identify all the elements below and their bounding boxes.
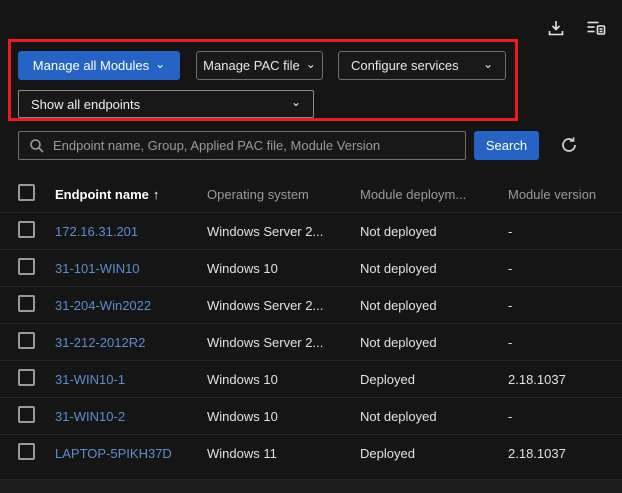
chevron-down-icon: ⌄ <box>306 58 316 70</box>
row-checkbox-cell <box>18 221 55 241</box>
table-header-row: Endpoint name ↑ Operating system Module d… <box>0 176 622 212</box>
row-checkbox[interactable] <box>18 369 35 386</box>
row-checkbox-cell <box>18 406 55 426</box>
download-icon[interactable] <box>544 16 568 40</box>
operating-system-cell: Windows 10 <box>207 372 360 387</box>
row-checkbox-cell <box>18 443 55 463</box>
export-report-icon[interactable] <box>584 16 608 40</box>
search-bar <box>18 131 466 160</box>
module-version-cell: 2.18.1037 <box>508 372 622 387</box>
endpoints-table: Endpoint name ↑ Operating system Module d… <box>0 176 622 471</box>
search-icon <box>29 138 45 154</box>
table-row: 31-WIN10-1 Windows 10Deployed2.18.1037 <box>0 360 622 397</box>
row-checkbox[interactable] <box>18 221 35 238</box>
module-deployment-cell: Not deployed <box>360 335 508 350</box>
module-version-cell: - <box>508 224 622 239</box>
endpoint-name-header-label: Endpoint name <box>55 187 149 202</box>
operating-system-cell: Windows Server 2... <box>207 335 360 350</box>
endpoint-name-cell: 31-101-WIN10 <box>55 261 207 276</box>
manage-pac-file-label: Manage PAC file <box>203 58 300 73</box>
row-checkbox-cell <box>18 332 55 352</box>
endpoint-name-link[interactable]: 31-204-Win2022 <box>55 298 151 313</box>
operating-system-cell: Windows 11 <box>207 446 360 461</box>
table-body: 172.16.31.201Windows Server 2...Not depl… <box>0 212 622 471</box>
module-deployment-cell: Not deployed <box>360 261 508 276</box>
endpoint-name-cell: 172.16.31.201 <box>55 224 207 239</box>
endpoint-name-link[interactable]: LAPTOP-5PIKH37D <box>55 446 172 461</box>
endpoint-name-cell: 31-204-Win2022 <box>55 298 207 313</box>
endpoint-management-page: Manage all Modules ⌄ Manage PAC file ⌄ C… <box>0 0 622 493</box>
endpoint-filter-value: Show all endpoints <box>31 97 140 112</box>
select-all-checkbox[interactable] <box>18 184 35 201</box>
table-row: 31-101-WIN10 Windows 10Not deployed- <box>0 249 622 286</box>
operating-system-cell: Windows 10 <box>207 409 360 424</box>
chevron-down-icon: ⌄ <box>155 58 165 70</box>
header-actions <box>544 16 608 40</box>
endpoint-name-cell: 31-WIN10-1 <box>55 372 207 387</box>
operating-system-cell: Windows 10 <box>207 261 360 276</box>
select-all-cell <box>18 184 55 204</box>
module-version-cell: 2.18.1037 <box>508 446 622 461</box>
configure-services-button[interactable]: Configure services ⌄ <box>338 51 506 80</box>
table-row: 172.16.31.201 Windows Server 2...Not depl… <box>0 212 622 249</box>
sort-ascending-icon: ↑ <box>153 187 160 202</box>
row-checkbox[interactable] <box>18 258 35 275</box>
bottom-bar <box>0 479 622 493</box>
endpoint-name-cell: 31-212-2012R2 <box>55 335 207 350</box>
column-header-module-deployment[interactable]: Module deploym... <box>360 187 508 202</box>
search-button[interactable]: Search <box>474 131 539 160</box>
module-deployment-cell: Not deployed <box>360 298 508 313</box>
endpoint-name-cell: LAPTOP-5PIKH37D <box>55 446 207 461</box>
table-row: 31-204-Win2022 Windows Server 2...Not dep… <box>0 286 622 323</box>
configure-services-label: Configure services <box>351 58 459 73</box>
column-header-module-version[interactable]: Module version <box>508 187 622 202</box>
module-deployment-cell: Deployed <box>360 446 508 461</box>
column-header-operating-system[interactable]: Operating system <box>207 187 360 202</box>
row-checkbox-cell <box>18 369 55 389</box>
module-version-cell: - <box>508 409 622 424</box>
endpoint-name-link[interactable]: 31-101-WIN10 <box>55 261 140 276</box>
table-row: 31-212-2012R2 Windows Server 2...Not depl… <box>0 323 622 360</box>
manage-all-modules-button[interactable]: Manage all Modules ⌄ <box>18 51 180 80</box>
endpoint-filter-dropdown[interactable]: Show all endpoints ⌄ <box>18 90 314 118</box>
endpoint-name-cell: 31-WIN10-2 <box>55 409 207 424</box>
endpoint-name-link[interactable]: 172.16.31.201 <box>55 224 138 239</box>
module-deployment-cell: Not deployed <box>360 409 508 424</box>
row-checkbox-cell <box>18 295 55 315</box>
row-checkbox[interactable] <box>18 406 35 423</box>
search-input[interactable] <box>53 138 465 153</box>
chevron-down-icon: ⌄ <box>291 96 301 108</box>
row-checkbox[interactable] <box>18 332 35 349</box>
table-row: LAPTOP-5PIKH37D Windows 11Deployed2.18.10… <box>0 434 622 471</box>
module-version-cell: - <box>508 261 622 276</box>
chevron-down-icon: ⌄ <box>483 58 493 70</box>
module-version-cell: - <box>508 335 622 350</box>
endpoint-name-link[interactable]: 31-WIN10-2 <box>55 409 125 424</box>
manage-all-modules-label: Manage all Modules <box>33 58 149 73</box>
endpoint-name-link[interactable]: 31-WIN10-1 <box>55 372 125 387</box>
module-version-cell: - <box>508 298 622 313</box>
table-row: 31-WIN10-2 Windows 10Not deployed- <box>0 397 622 434</box>
row-checkbox[interactable] <box>18 295 35 312</box>
refresh-icon[interactable] <box>558 134 580 156</box>
column-header-endpoint-name[interactable]: Endpoint name ↑ <box>55 187 207 202</box>
manage-pac-file-button[interactable]: Manage PAC file ⌄ <box>196 51 323 80</box>
module-deployment-cell: Not deployed <box>360 224 508 239</box>
operating-system-cell: Windows Server 2... <box>207 298 360 313</box>
row-checkbox-cell <box>18 258 55 278</box>
module-deployment-cell: Deployed <box>360 372 508 387</box>
row-checkbox[interactable] <box>18 443 35 460</box>
operating-system-cell: Windows Server 2... <box>207 224 360 239</box>
endpoint-name-link[interactable]: 31-212-2012R2 <box>55 335 145 350</box>
